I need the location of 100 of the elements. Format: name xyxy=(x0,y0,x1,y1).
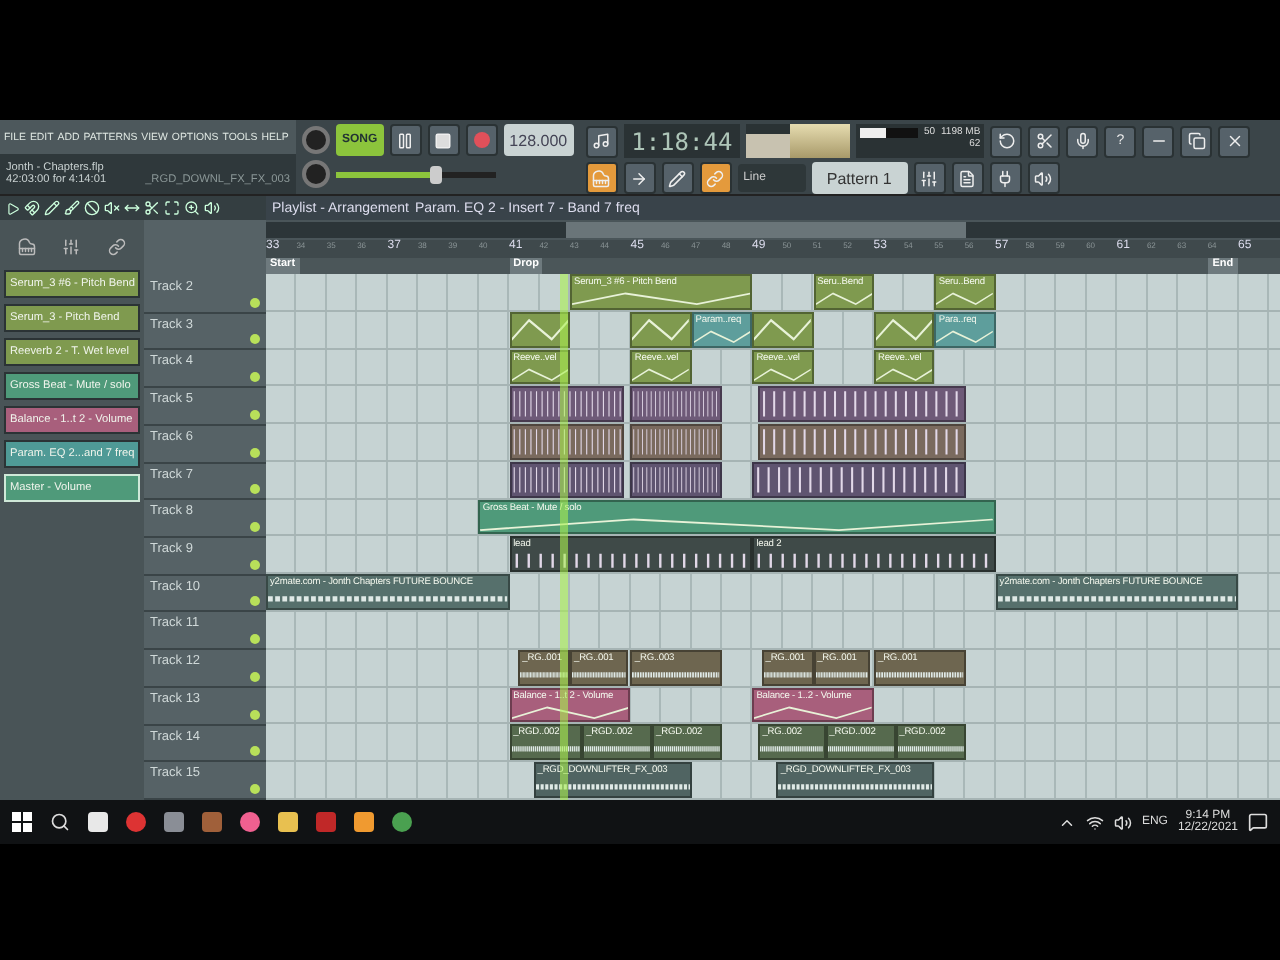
brush-icon[interactable] xyxy=(64,200,80,216)
track-lane[interactable] xyxy=(266,386,1280,425)
undo-icon xyxy=(997,132,1016,150)
note-pattern-icon xyxy=(511,426,623,458)
note-pattern-icon xyxy=(511,463,623,496)
record-icon xyxy=(473,132,490,148)
restore-icon xyxy=(1187,132,1206,150)
pencil-icon[interactable] xyxy=(44,200,60,216)
microphone-icon xyxy=(1073,132,1092,150)
automation-curve-icon xyxy=(876,365,933,383)
playlist-clip[interactable] xyxy=(874,311,935,348)
playlist-clip[interactable] xyxy=(630,461,722,498)
close-button[interactable] xyxy=(1218,125,1251,157)
speaker-icon xyxy=(1034,169,1053,187)
ban-icon[interactable] xyxy=(84,200,100,216)
select-icon[interactable] xyxy=(164,200,180,216)
playlist-clip[interactable] xyxy=(630,424,722,460)
link-icon[interactable] xyxy=(108,237,127,255)
playlist-clip[interactable] xyxy=(630,311,692,348)
link-button[interactable] xyxy=(699,162,732,194)
time-display: 1:18:44 xyxy=(623,124,741,158)
scissors-icon[interactable] xyxy=(144,200,160,216)
playlist-clip[interactable] xyxy=(752,311,814,348)
piano-icon xyxy=(592,169,611,187)
overview-scrollbar[interactable] xyxy=(266,222,1280,238)
track-lane[interactable] xyxy=(266,461,1280,500)
pause-button[interactable] xyxy=(389,124,422,156)
mixer-icon xyxy=(920,169,939,187)
stop-icon xyxy=(434,131,453,149)
pencil-icon xyxy=(668,169,687,187)
microphone-button[interactable] xyxy=(1066,125,1099,157)
pencil-button[interactable] xyxy=(661,162,694,194)
pitch-knob[interactable] xyxy=(302,160,330,188)
playlist-clip[interactable] xyxy=(509,386,625,423)
plug-icon xyxy=(996,169,1015,187)
restore-button[interactable] xyxy=(1180,125,1213,157)
automation-curve-icon xyxy=(936,290,994,308)
speaker-button[interactable] xyxy=(1027,162,1060,194)
magnet-icon[interactable] xyxy=(24,200,40,216)
volume-knob[interactable] xyxy=(302,126,330,154)
search-icon[interactable] xyxy=(50,812,70,832)
automation-curve-icon xyxy=(754,365,812,383)
folder-icon[interactable] xyxy=(278,812,298,832)
mute-icon[interactable] xyxy=(104,200,120,216)
note-pattern-icon xyxy=(511,388,623,421)
play-icon[interactable] xyxy=(6,201,20,215)
automation-curve-icon xyxy=(480,515,994,533)
scissors-button[interactable] xyxy=(1028,125,1061,157)
windows-logo-icon[interactable] xyxy=(12,812,32,832)
automation-curve-icon xyxy=(815,290,872,308)
metronome-button[interactable] xyxy=(585,125,618,157)
mixer-button[interactable] xyxy=(913,162,946,194)
playlist-clip[interactable] xyxy=(509,461,625,498)
arrow-button[interactable] xyxy=(623,162,656,194)
note-pattern-icon xyxy=(760,426,964,458)
record-button[interactable] xyxy=(465,124,498,156)
automation-curve-icon xyxy=(511,703,629,721)
sliders-icon[interactable] xyxy=(62,237,81,255)
minimize-button[interactable] xyxy=(1142,125,1175,157)
automation-curve-icon xyxy=(511,365,568,383)
slider-thumb[interactable] xyxy=(429,165,442,183)
track-lane[interactable] xyxy=(266,612,1280,650)
playlist-clip[interactable] xyxy=(758,424,966,460)
automation-curve-icon xyxy=(754,703,872,721)
scissors-icon xyxy=(1035,132,1054,150)
playlist-clip[interactable] xyxy=(630,386,722,423)
slip-icon[interactable] xyxy=(124,200,140,216)
link-icon xyxy=(706,169,725,187)
wifi-icon[interactable] xyxy=(1085,813,1104,831)
pattern-selector[interactable]: Pattern 1 xyxy=(811,162,908,194)
note-pattern-icon xyxy=(760,388,964,421)
speaker-icon[interactable] xyxy=(204,200,220,216)
plug-button[interactable] xyxy=(989,162,1022,194)
automation-curve-icon xyxy=(572,290,751,308)
close-icon xyxy=(1225,132,1244,150)
document-button[interactable] xyxy=(951,162,984,194)
speaker-icon[interactable] xyxy=(1113,813,1132,831)
zoom-icon[interactable] xyxy=(184,200,200,216)
waveform-monitor xyxy=(746,124,851,158)
automation-curve-icon xyxy=(693,327,751,346)
automation-curve-icon xyxy=(936,327,994,346)
playlist-clip[interactable] xyxy=(509,424,625,460)
playlist-clip[interactable] xyxy=(509,311,570,348)
piano-icon[interactable] xyxy=(17,237,36,255)
undo-button[interactable] xyxy=(990,125,1023,157)
metronome-icon xyxy=(592,132,611,150)
note-pattern-icon xyxy=(754,463,964,496)
track-lane[interactable] xyxy=(266,424,1280,462)
notifications-icon[interactable] xyxy=(1248,812,1268,832)
playlist-clip[interactable] xyxy=(758,386,966,423)
playlist-clip[interactable] xyxy=(752,461,966,498)
browser-icon[interactable] xyxy=(392,812,412,832)
tempo-display[interactable]: 128.000 xyxy=(503,124,574,156)
piano-button[interactable] xyxy=(585,162,618,194)
automation-curve-icon xyxy=(632,365,690,383)
document-icon xyxy=(958,169,977,187)
stop-button[interactable] xyxy=(427,124,460,156)
arrow-icon xyxy=(630,169,649,187)
pause-icon xyxy=(396,131,415,149)
note-pattern-icon xyxy=(511,552,751,571)
